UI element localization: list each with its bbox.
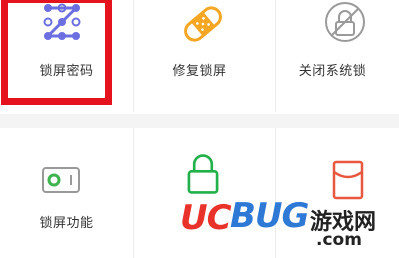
lock-disabled-icon [325,2,365,42]
tile-label: 修复锁屏 [172,64,227,79]
tile-label: 关闭系统锁 [298,64,367,79]
watermark-uc: UC [180,198,232,238]
lock-tools-grid: 锁屏密码 修复锁屏 关闭系统锁 锁屏功能 UC BUG 游戏网 .com [0,0,399,258]
watermark-logo: UC BUG 游戏网 .com [180,196,395,258]
padlock-icon [187,154,219,194]
divider [275,0,276,112]
toggle-switch-icon [42,167,80,193]
tile-label: 锁屏功能 [39,216,94,231]
tile-lock-features[interactable]: 锁屏密码 锁屏功能 [0,128,133,258]
watermark-domain: .com [316,230,362,250]
highlight-box [1,0,112,105]
watermark-bug: BUG [230,196,309,236]
bandage-icon [184,6,222,42]
tile-disable-system-lock[interactable]: 关闭系统锁 [266,0,399,112]
tile-repair-lock[interactable]: 修复锁屏 [133,0,266,112]
section-separator [0,114,399,128]
divider [133,128,134,258]
divider [133,0,134,112]
